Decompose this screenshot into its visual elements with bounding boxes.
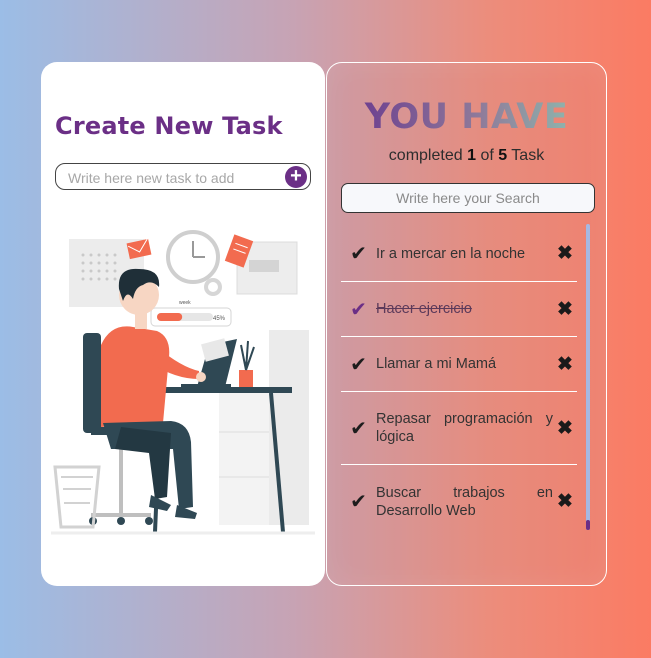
total-count: 5: [498, 147, 508, 164]
work-illustration: week 45%: [51, 230, 315, 535]
create-task-title: Create New Task: [55, 112, 283, 140]
check-icon[interactable]: ✔: [341, 416, 376, 441]
gear-icon: [204, 278, 222, 296]
close-icon[interactable]: ✖: [553, 242, 577, 265]
new-task-field: +: [55, 163, 311, 190]
task-word: Task: [511, 147, 545, 164]
progress-tag: week: [179, 300, 191, 306]
check-icon[interactable]: ✔: [341, 297, 376, 322]
task-list: ✔ Ir a mercar en la noche ✖ ✔ Hacer ejer…: [341, 226, 577, 538]
new-task-input[interactable]: [66, 167, 270, 189]
progress-fill: [157, 313, 183, 321]
task-item: ✔ Llamar a mi Mamá ✖: [341, 337, 577, 392]
search-input[interactable]: [341, 183, 595, 213]
completed-count: 1: [467, 147, 476, 164]
create-task-card: Create New Task +: [41, 62, 325, 586]
task-item: ✔ Repasar programación y lógica ✖: [341, 392, 577, 465]
task-text: Buscar trabajos en Desarrollo Web: [376, 484, 553, 519]
close-icon[interactable]: ✖: [553, 298, 577, 321]
task-text: Hacer ejercicio: [376, 301, 472, 317]
check-icon[interactable]: ✔: [341, 489, 376, 514]
task-summary-card: YOU HAVE completed 1 of 5 Task ✔ Ir a me…: [326, 62, 607, 586]
check-icon[interactable]: ✔: [341, 352, 376, 377]
drawer-unit: [219, 387, 269, 525]
completed-prefix: completed: [388, 147, 463, 164]
progress-label: 45%: [213, 316, 226, 322]
task-item: ✔ Hacer ejercicio ✖: [341, 282, 577, 337]
task-item: ✔ Buscar trabajos en Desarrollo Web ✖: [341, 465, 577, 538]
check-icon[interactable]: ✔: [341, 241, 376, 266]
task-text: Llamar a mi Mamá: [376, 356, 497, 372]
task-list-scrollbar[interactable]: [586, 224, 590, 530]
close-icon[interactable]: ✖: [553, 417, 577, 440]
close-icon[interactable]: ✖: [553, 353, 577, 376]
task-text: Ir a mercar en la noche: [376, 245, 526, 262]
waste-basket: [53, 465, 101, 529]
of-word: of: [480, 147, 494, 164]
plant: [240, 340, 255, 371]
task-item: ✔ Ir a mercar en la noche ✖: [341, 226, 577, 282]
close-icon[interactable]: ✖: [553, 490, 577, 513]
headline: YOU HAVE: [327, 97, 606, 137]
completed-summary: completed 1 of 5 Task: [327, 147, 606, 165]
chair: [83, 333, 101, 433]
plant-pot: [239, 370, 253, 388]
scrollbar-thumb[interactable]: [586, 520, 590, 530]
add-task-button[interactable]: +: [285, 166, 307, 188]
task-text: Repasar programación y lógica: [376, 411, 553, 445]
